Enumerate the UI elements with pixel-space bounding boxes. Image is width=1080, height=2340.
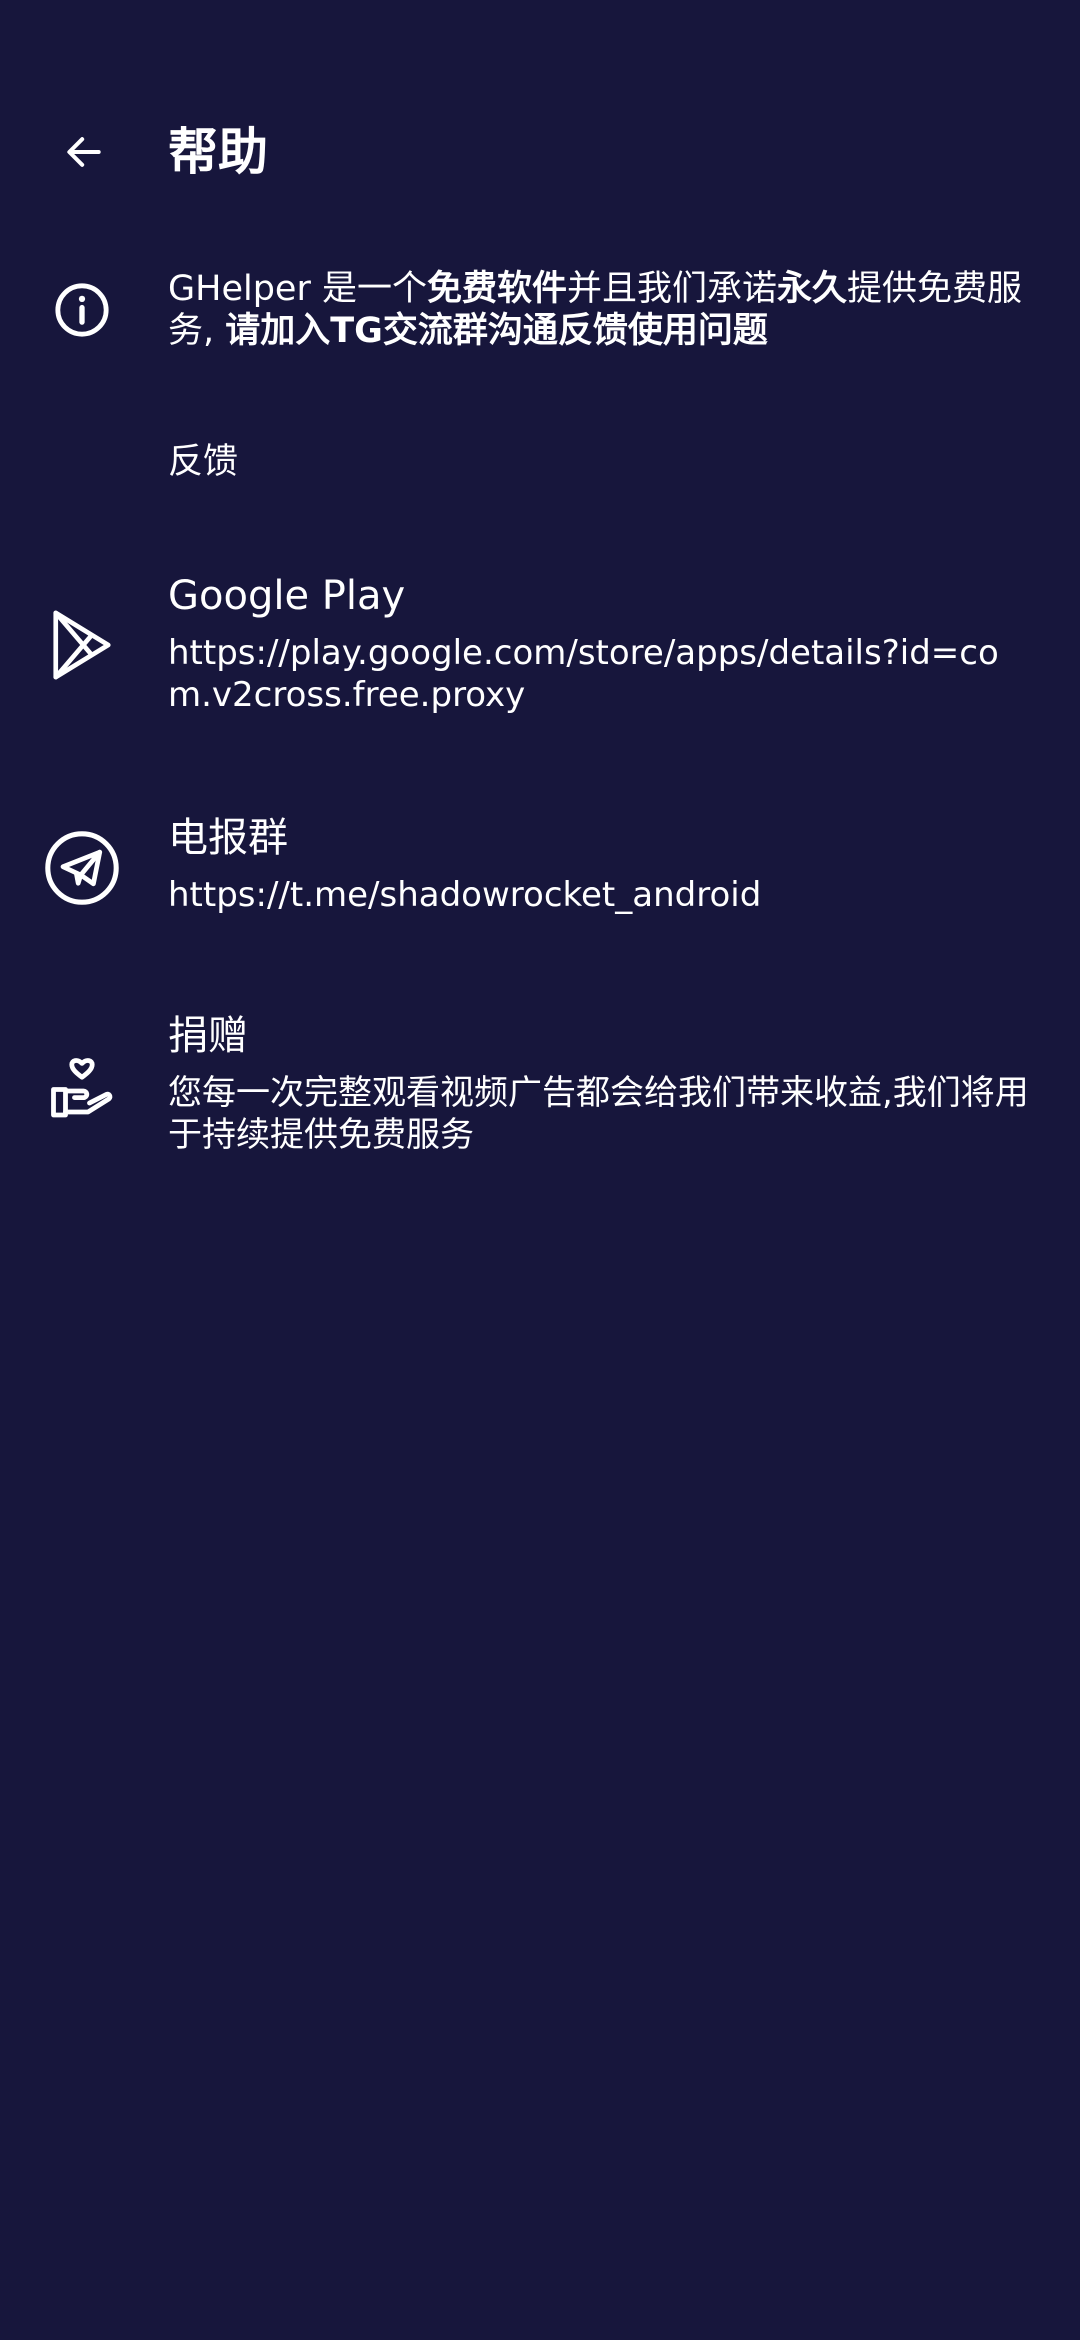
back-button[interactable] (48, 116, 120, 188)
list-item-text: 捐赠 您每一次完整观看视频广告都会给我们带来收益,我们将用于持续提供免费服务 (168, 1010, 1038, 1156)
notice-text: GHelper 是一个免费软件并且我们承诺永久提供免费服务, 请加入TG交流群沟… (168, 268, 1038, 352)
list-item-google-play[interactable]: Google Play https://play.google.com/stor… (0, 560, 1080, 740)
list-item-text: Google Play https://play.google.com/stor… (168, 570, 1038, 716)
section-label-feedback: 反馈 (168, 442, 239, 482)
list-item-subtitle: https://play.google.com/store/apps/detai… (168, 633, 999, 715)
list-item-subtitle: 您每一次完整观看视频广告都会给我们带来收益,我们将用于持续提供免费服务 (168, 1073, 1029, 1155)
page-title: 帮助 (168, 123, 268, 181)
notice-part: 并且我们承诺 (566, 269, 777, 309)
list-item-subtitle: https://t.me/shadowrocket_android (168, 875, 762, 915)
telegram-icon (42, 828, 122, 908)
notice-part-bold: 免费软件 (426, 269, 567, 309)
notice-part-bold: 请加入TG交流群沟通反馈使用问题 (225, 311, 768, 351)
notice-part-bold: 永久 (777, 269, 848, 309)
list-item-telegram[interactable]: 电报群 https://t.me/shadowrocket_android (0, 800, 1080, 940)
top-app-bar: 帮助 (0, 0, 1080, 230)
info-icon (42, 270, 122, 350)
list-item-title: 捐赠 (168, 1013, 248, 1059)
arrow-left-icon (67, 137, 101, 167)
list-item-title: Google Play (168, 573, 406, 619)
list-item-donate[interactable]: 捐赠 您每一次完整观看视频广告都会给我们带来收益,我们将用于持续提供免费服务 (0, 1000, 1080, 1180)
info-notice: GHelper 是一个免费软件并且我们承诺永久提供免费服务, 请加入TG交流群沟… (0, 262, 1080, 362)
list-item-title: 电报群 (168, 815, 288, 861)
play-store-icon (42, 605, 122, 685)
notice-part: GHelper 是一个 (168, 269, 427, 309)
list-item-text: 电报群 https://t.me/shadowrocket_android (168, 812, 1038, 916)
donate-hand-heart-icon (42, 1048, 122, 1128)
